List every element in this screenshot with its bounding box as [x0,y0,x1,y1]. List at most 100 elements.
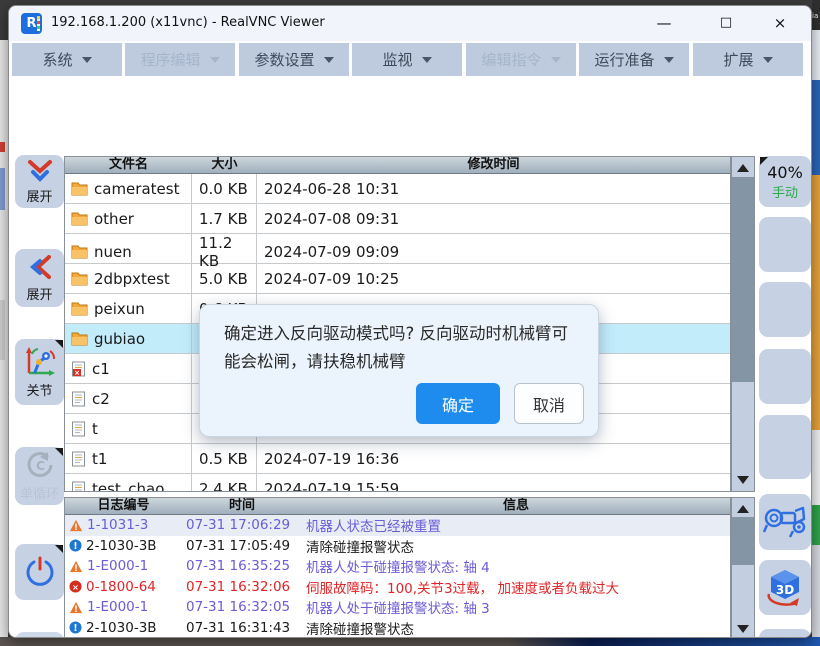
folder-icon [71,272,88,286]
column-header-filename: 文件名 [65,157,192,173]
minimize-button[interactable]: — [649,10,679,36]
svg-text:!: ! [74,564,78,573]
file-row[interactable]: other 1.7 KB 2024-07-08 09:31 [65,204,730,234]
dropdown-arrow-icon [763,57,773,68]
column-header-message: 信息 [302,498,730,514]
folder-icon [71,212,88,226]
scroll-up-button[interactable] [732,157,754,176]
menu-parameter-settings[interactable]: 参数设置 [239,43,349,76]
remote-desktop-workspace: 展开 展开 关节 [9,77,812,638]
desktop-edge-bottom [0,637,820,646]
cancel-button[interactable]: 取消 [514,383,584,424]
column-header-log-id: 日志编号 [65,498,182,514]
scroll-down-button[interactable] [732,621,754,638]
joystick-icon [763,505,807,539]
file-error-icon: × [71,361,86,377]
scroll-down-icon [737,476,749,490]
rsidebar-blank-button-2[interactable] [759,282,811,337]
scrollbar-thumb[interactable] [732,177,754,382]
log-row[interactable]: !1-E000-1 07-31 16:32:05 机器人处于碰撞报警状态: 轴 … [65,597,730,618]
file-icon [71,421,86,437]
log-row-selected[interactable]: !1-1031-3 07-31 17:06:29 机器人状态已经被重置 [65,515,730,536]
svg-text:!: ! [74,523,78,532]
sidebar-label: 单循环 [20,483,59,502]
svg-text:3D: 3D [776,583,794,597]
sidebar-expand-down-button[interactable]: 展开 [15,155,64,208]
file-row[interactable]: cameratest 0.0 KB 2024-06-28 10:31 [65,174,730,204]
menu-extension[interactable]: 扩展 [693,43,803,76]
file-icon [71,481,86,493]
title-bar: R 192.168.1.200 (x11vnc) - RealVNC Viewe… [9,6,811,41]
dropdown-arrow-icon [422,57,432,68]
rsidebar-3d-view-button[interactable]: 3D [759,560,811,615]
rsidebar-blank-button-5[interactable] [759,629,811,638]
log-table: 日志编号 时间 信息 !1-1031-3 07-31 17:06:29 机器人状… [64,497,731,638]
desktop-edge-left [0,0,8,646]
sidebar-label: 展开 [26,284,52,303]
folder-icon [71,302,88,316]
window-title: 192.168.1.200 (x11vnc) - RealVNC Viewer [51,15,325,30]
rsidebar-blank-button-3[interactable] [759,349,811,404]
robot-joint-icon [23,345,57,377]
svg-text:!: ! [73,541,77,552]
speed-percent: 40% [767,163,803,182]
menu-run-prepare[interactable]: 运行准备 [579,43,689,76]
log-row[interactable]: !2-1030-3B 07-31 16:31:43 清除碰撞报警状态 [65,618,730,639]
sidebar-power-button[interactable] [15,544,64,600]
rsidebar-blank-button-1[interactable] [759,217,811,272]
maximize-button[interactable]: □ [711,10,741,36]
sidebar-joint-button[interactable]: 关节 [15,339,64,405]
log-row[interactable]: ×0-1800-64 07-31 16:32:06 伺服故障码：100,关节3过… [65,577,730,598]
error-icon: × [69,580,82,593]
realvnc-viewer-window: R 192.168.1.200 (x11vnc) - RealVNC Viewe… [8,5,812,638]
log-table-scrollbar[interactable] [731,497,755,638]
dialog-message: 确定进入反向驱动模式吗? 反向驱动时机械臂可能会松闸，请扶稳机械臂 [200,305,598,376]
info-icon: ! [69,621,82,634]
rsidebar-blank-button-4[interactable] [759,415,811,479]
folder-icon [71,245,88,259]
menu-monitor[interactable]: 监视 [352,43,462,76]
scroll-up-icon [737,499,749,513]
file-icon [71,451,86,467]
dropdown-arrow-icon [324,57,334,68]
warning-icon: ! [69,560,83,573]
column-header-time: 时间 [182,498,302,514]
rsidebar-speed-mode-button[interactable]: 40% 手动 [759,156,811,207]
menu-system[interactable]: 系统 [12,43,122,76]
folder-icon [71,182,88,196]
sidebar-ini-button[interactable]: INI [15,632,64,638]
file-row[interactable]: 2dbpxtest 5.0 KB 2024-07-09 10:25 [65,264,730,294]
realvnc-logo-icon: R [21,13,42,34]
scroll-up-button[interactable] [732,498,754,517]
svg-text:C: C [36,459,45,473]
file-table-scrollbar[interactable] [731,156,755,492]
dropdown-arrow-icon [210,57,220,68]
file-row[interactable]: nuen 11.2 KB 2024-07-09 09:09 [65,234,730,264]
scroll-down-button[interactable] [732,472,754,491]
double-chevron-left-icon [27,253,53,281]
confirm-button[interactable]: 确定 [416,383,500,424]
sidebar-expand-left-button[interactable]: 展开 [15,249,64,307]
menu-bar: 系统 程序编辑 参数设置 监视 编辑指令 运行准备 扩展 [9,41,811,77]
sidebar-label: 展开 [26,186,52,205]
file-row[interactable]: test_chao 2.4 KB 2024-07-19 15:59 [65,474,730,492]
scrollbar-thumb[interactable] [732,517,754,565]
svg-text:×: × [72,582,79,592]
svg-text:!: ! [73,623,77,634]
log-row[interactable]: !1-E000-1 07-31 16:35:25 机器人处于碰撞报警状态: 轴 … [65,556,730,577]
desktop-edge-right: ia [812,0,820,646]
column-header-size: 大小 [192,157,257,173]
scroll-up-icon [737,158,749,172]
svg-text:!: ! [74,605,78,614]
warning-icon: ! [69,601,83,614]
sidebar-single-cycle-button: C 单循环 [15,447,64,505]
svg-text:×: × [74,369,80,377]
file-row[interactable]: t1 0.5 KB 2024-07-19 16:36 [65,444,730,474]
sidebar-label: 关节 [26,380,52,399]
rsidebar-handle-button[interactable] [759,494,811,550]
log-row[interactable]: !2-1030-3B 07-31 17:05:49 清除碰撞报警状态 [65,536,730,557]
mode-manual: 手动 [772,182,798,201]
corner-mark-icon [55,545,63,553]
double-chevron-down-icon [25,159,55,183]
close-button[interactable]: × [765,10,795,36]
